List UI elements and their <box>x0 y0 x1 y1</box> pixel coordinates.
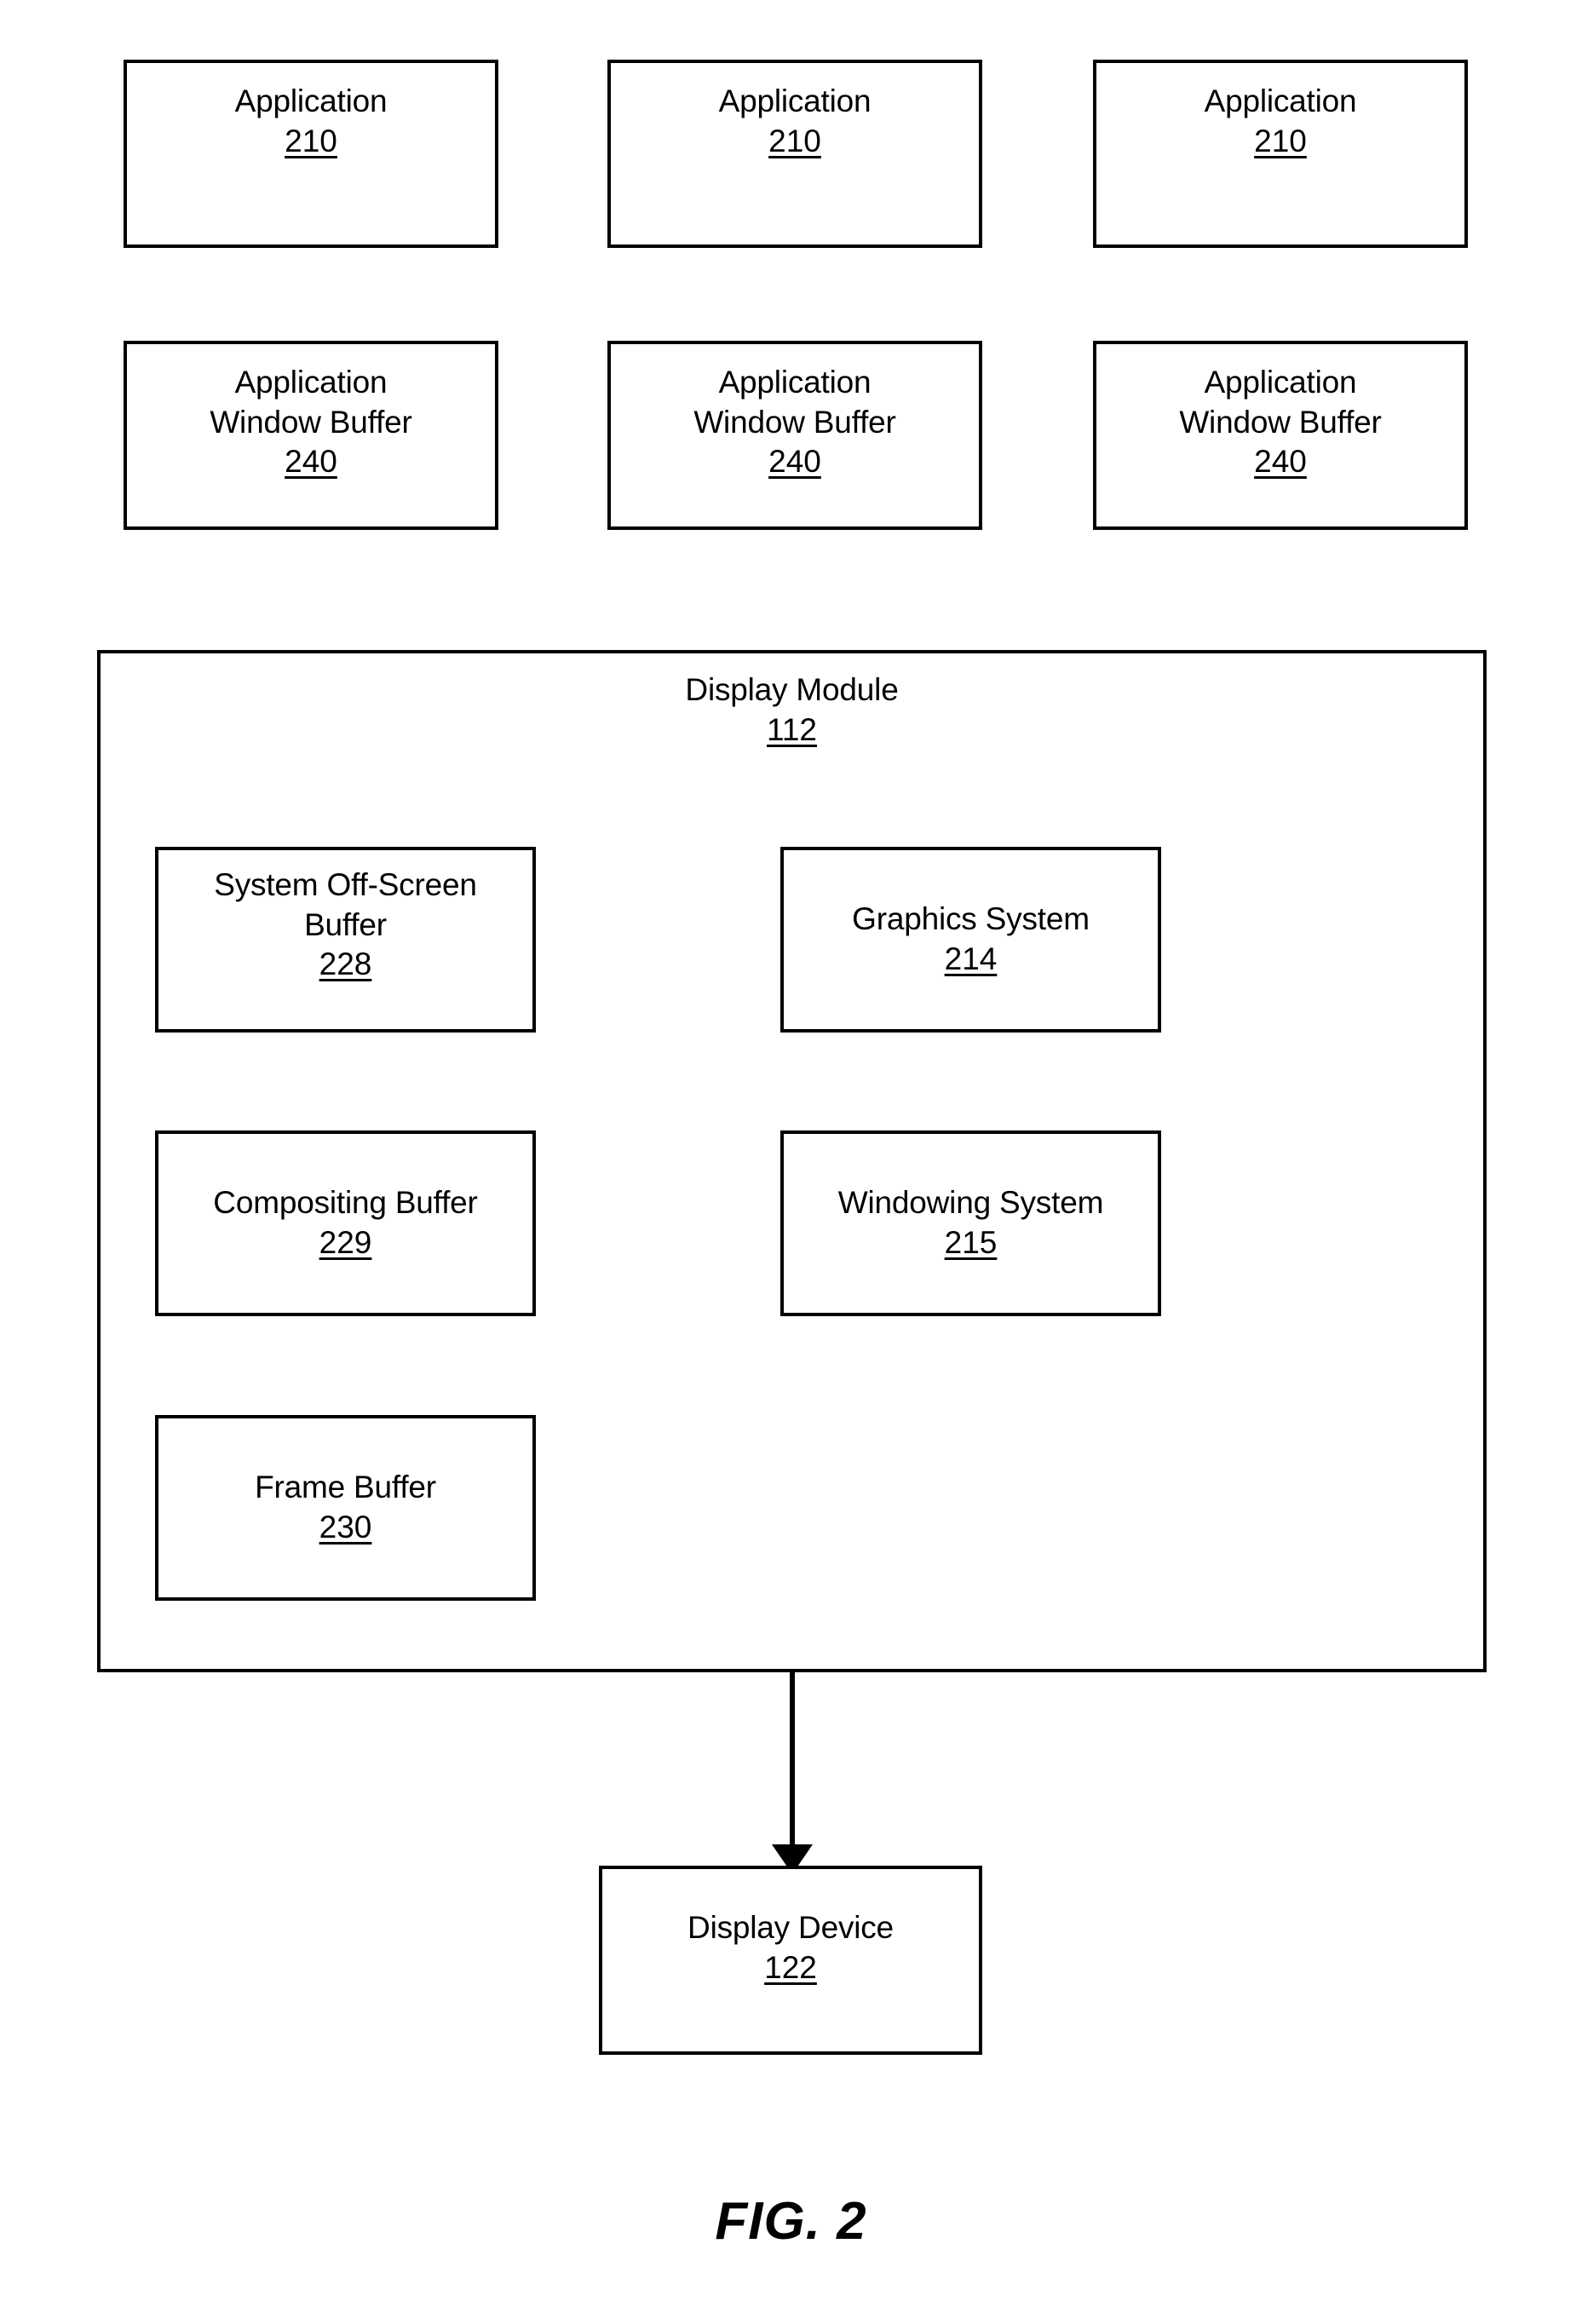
application-label: Application <box>234 83 388 118</box>
application-label: Application <box>1204 83 1357 118</box>
graphics-system-ref: 214 <box>944 941 998 976</box>
display-module-label: Display Module <box>685 672 899 707</box>
application-window-buffer-box-1: Application Window Buffer 240 <box>124 341 498 530</box>
windowing-system-box: Windowing System 215 <box>780 1130 1161 1316</box>
application-ref: 210 <box>1254 123 1307 158</box>
display-device-box: Display Device 122 <box>599 1866 982 2055</box>
system-off-screen-buffer-ref: 228 <box>319 946 372 982</box>
application-box-3: Application 210 <box>1093 60 1468 248</box>
application-ref: 210 <box>768 123 821 158</box>
graphics-system-box: Graphics System 214 <box>780 847 1161 1033</box>
application-box-2: Application 210 <box>607 60 982 248</box>
application-box-1: Application 210 <box>124 60 498 248</box>
display-module-header: Display Module 112 <box>101 670 1483 750</box>
application-window-buffer-ref: 240 <box>285 444 337 480</box>
display-module-ref: 112 <box>767 711 817 747</box>
figure-caption: FIG. 2 <box>715 2192 867 2251</box>
application-label: Application <box>718 83 872 118</box>
application-window-buffer-box-3: Application Window Buffer 240 <box>1093 341 1468 530</box>
system-off-screen-buffer-box: System Off-Screen Buffer 228 <box>155 847 536 1033</box>
compositing-buffer-box: Compositing Buffer 229 <box>155 1130 536 1316</box>
frame-buffer-label: Frame Buffer <box>255 1470 436 1505</box>
application-window-buffer-label: Application Window Buffer <box>210 365 412 440</box>
windowing-system-ref: 215 <box>944 1225 998 1260</box>
application-window-buffer-box-2: Application Window Buffer 240 <box>607 341 982 530</box>
patent-figure: Application 210 Application 210 Applicat… <box>0 0 1582 2324</box>
windowing-system-label: Windowing System <box>837 1185 1104 1221</box>
display-device-ref: 122 <box>764 1949 817 1985</box>
display-module-to-display-device-arrow <box>772 1670 813 1874</box>
system-off-screen-buffer-label: System Off-Screen Buffer <box>214 867 477 942</box>
application-ref: 210 <box>285 123 337 158</box>
application-window-buffer-ref: 240 <box>768 444 821 480</box>
frame-buffer-box: Frame Buffer 230 <box>155 1415 536 1601</box>
compositing-buffer-ref: 229 <box>319 1225 372 1260</box>
compositing-buffer-label: Compositing Buffer <box>213 1185 478 1221</box>
application-window-buffer-label: Application Window Buffer <box>1179 365 1382 440</box>
display-device-label: Display Device <box>687 1910 894 1945</box>
graphics-system-label: Graphics System <box>852 901 1090 937</box>
display-module-container: Display Module 112 System Off-Screen Buf… <box>97 650 1487 1672</box>
frame-buffer-ref: 230 <box>319 1510 372 1545</box>
application-window-buffer-ref: 240 <box>1254 444 1307 480</box>
application-window-buffer-label: Application Window Buffer <box>693 365 896 440</box>
